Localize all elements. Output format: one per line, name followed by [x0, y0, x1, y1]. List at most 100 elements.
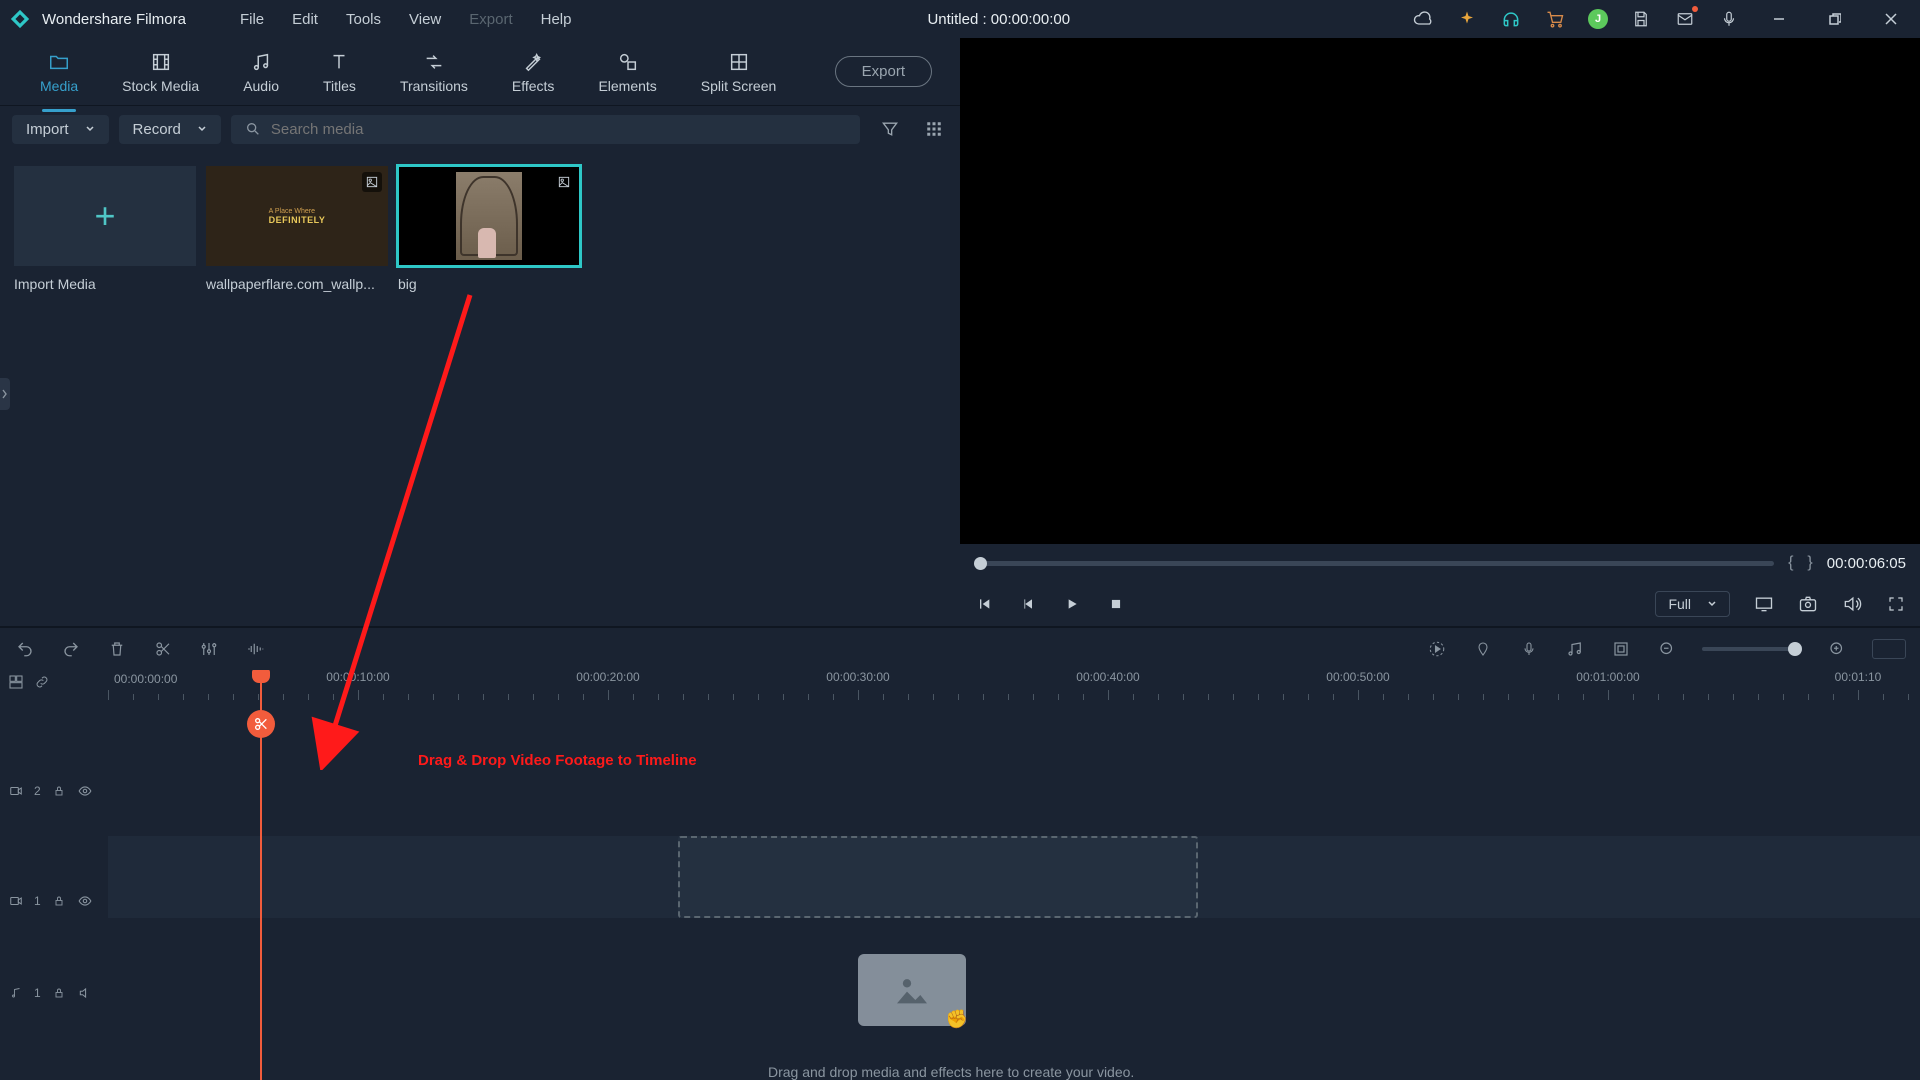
- preview-viewport[interactable]: [960, 38, 1920, 544]
- volume-icon[interactable]: [1842, 594, 1862, 614]
- quality-label: Full: [1668, 596, 1691, 612]
- grab-cursor-icon: ✊: [946, 1009, 968, 1030]
- eye-icon[interactable]: [77, 783, 93, 799]
- tab-media-label: Media: [40, 78, 78, 94]
- crop-icon[interactable]: [1610, 638, 1632, 660]
- media-item-2[interactable]: big: [398, 166, 580, 292]
- ruler-start-tc: 00:00:00:00: [114, 672, 177, 686]
- menu-export[interactable]: Export: [455, 5, 526, 34]
- menu-help[interactable]: Help: [527, 5, 586, 34]
- zoom-out-button[interactable]: [1656, 638, 1678, 660]
- sliders-button[interactable]: [198, 638, 220, 660]
- cloud-icon[interactable]: [1412, 8, 1434, 30]
- record-dropdown[interactable]: Record: [119, 115, 221, 144]
- menu-tools[interactable]: Tools: [332, 5, 395, 34]
- fullscreen-icon[interactable]: [1886, 594, 1906, 614]
- menu-edit[interactable]: Edit: [278, 5, 332, 34]
- undo-button[interactable]: [14, 638, 36, 660]
- track-headers: 2 1 1: [0, 670, 108, 1080]
- redo-button[interactable]: [60, 638, 82, 660]
- save-icon[interactable]: [1630, 8, 1652, 30]
- scissors-icon[interactable]: [247, 710, 275, 738]
- media-thumb-text: DEFINITELY: [269, 215, 326, 225]
- grid-icon: [727, 50, 751, 74]
- marker-icon[interactable]: [1472, 638, 1494, 660]
- annotation-label: Drag & Drop Video Footage to Timeline: [418, 752, 697, 769]
- user-avatar[interactable]: J: [1588, 9, 1608, 29]
- import-media-tile[interactable]: + Import Media: [14, 166, 196, 292]
- tab-media[interactable]: Media: [18, 44, 100, 100]
- step-back-button[interactable]: [1018, 594, 1038, 614]
- audio-wave-button[interactable]: [244, 638, 266, 660]
- audio-track-1-header[interactable]: 1: [0, 972, 108, 1014]
- import-dropdown[interactable]: Import: [12, 115, 109, 144]
- lock-icon[interactable]: [51, 985, 67, 1001]
- sparkle-icon[interactable]: [1456, 8, 1478, 30]
- tracks-icon[interactable]: [8, 674, 24, 690]
- mark-out-icon[interactable]: }: [1807, 554, 1812, 572]
- tab-split-label: Split Screen: [701, 78, 776, 94]
- maximize-button[interactable]: [1818, 5, 1852, 33]
- tab-effects[interactable]: Effects: [490, 44, 577, 100]
- zoom-slider[interactable]: [1702, 647, 1802, 651]
- snapshot-icon[interactable]: [1798, 594, 1818, 614]
- search-input[interactable]: [271, 121, 846, 138]
- video-track-2[interactable]: [108, 726, 1920, 808]
- mark-in-icon[interactable]: {: [1788, 554, 1793, 572]
- play-button[interactable]: [1062, 594, 1082, 614]
- tab-titles[interactable]: Titles: [301, 44, 378, 100]
- tab-transitions[interactable]: Transitions: [378, 44, 490, 100]
- tab-split-screen[interactable]: Split Screen: [679, 44, 798, 100]
- lock-icon[interactable]: [51, 783, 67, 799]
- media-item-1[interactable]: A Place Where DEFINITELY wallpaperflare.…: [206, 166, 388, 292]
- tab-elements[interactable]: Elements: [576, 44, 678, 100]
- app-name: Wondershare Filmora: [42, 11, 186, 28]
- mic-icon[interactable]: [1718, 8, 1740, 30]
- speaker-icon[interactable]: [77, 985, 93, 1001]
- headset-icon[interactable]: [1500, 8, 1522, 30]
- video-track-1-header[interactable]: 1: [0, 860, 108, 942]
- chevron-down-icon: [85, 124, 95, 134]
- menu-file[interactable]: File: [226, 5, 278, 34]
- message-icon[interactable]: [1674, 8, 1696, 30]
- filter-icon[interactable]: [876, 115, 904, 143]
- video-track-2-header[interactable]: 2: [0, 750, 108, 832]
- playhead[interactable]: [260, 670, 262, 1080]
- cut-button[interactable]: [152, 638, 174, 660]
- timeline-ruler[interactable]: 00:00:00:00 00:00:10:00 00:00:20:00 00:0…: [108, 670, 1920, 700]
- minimize-button[interactable]: [1762, 5, 1796, 33]
- preview-timecode: 00:00:06:05: [1827, 555, 1906, 572]
- tab-audio[interactable]: Audio: [221, 44, 301, 100]
- preview-seek-bar[interactable]: [974, 561, 1774, 566]
- search-box[interactable]: [231, 115, 860, 144]
- zoom-in-button[interactable]: [1826, 638, 1848, 660]
- import-media-label: Import Media: [14, 276, 196, 292]
- eye-icon[interactable]: [77, 893, 93, 909]
- media-thumb-text-top: A Place Where: [269, 208, 326, 215]
- prev-frame-button[interactable]: [974, 594, 994, 614]
- delete-button[interactable]: [106, 638, 128, 660]
- expand-panel-button[interactable]: [0, 378, 10, 410]
- video-track-1[interactable]: ✊ Drag and drop media and effects here t…: [108, 836, 1920, 918]
- audio-track-1[interactable]: [108, 948, 1920, 990]
- menu-view[interactable]: View: [395, 5, 455, 34]
- ruler-mark: 00:00:50:00: [1326, 670, 1389, 684]
- grid-view-icon[interactable]: [920, 115, 948, 143]
- cart-icon[interactable]: [1544, 8, 1566, 30]
- tab-stock-media[interactable]: Stock Media: [100, 44, 221, 100]
- import-label: Import: [26, 121, 69, 138]
- preview-quality-dropdown[interactable]: Full: [1655, 591, 1730, 617]
- close-button[interactable]: [1874, 5, 1908, 33]
- tab-stock-label: Stock Media: [122, 78, 199, 94]
- timeline-tracks[interactable]: 00:00:00:00 00:00:10:00 00:00:20:00 00:0…: [108, 670, 1920, 1080]
- voiceover-icon[interactable]: [1518, 638, 1540, 660]
- fit-timeline-button[interactable]: [1872, 639, 1906, 659]
- lock-icon[interactable]: [51, 893, 67, 909]
- media-subbar: Import Record: [0, 106, 960, 152]
- music-icon[interactable]: [1564, 638, 1586, 660]
- render-icon[interactable]: [1426, 638, 1448, 660]
- export-button[interactable]: Export: [835, 56, 932, 87]
- stop-button[interactable]: [1106, 594, 1126, 614]
- display-icon[interactable]: [1754, 594, 1774, 614]
- link-icon[interactable]: [34, 674, 50, 690]
